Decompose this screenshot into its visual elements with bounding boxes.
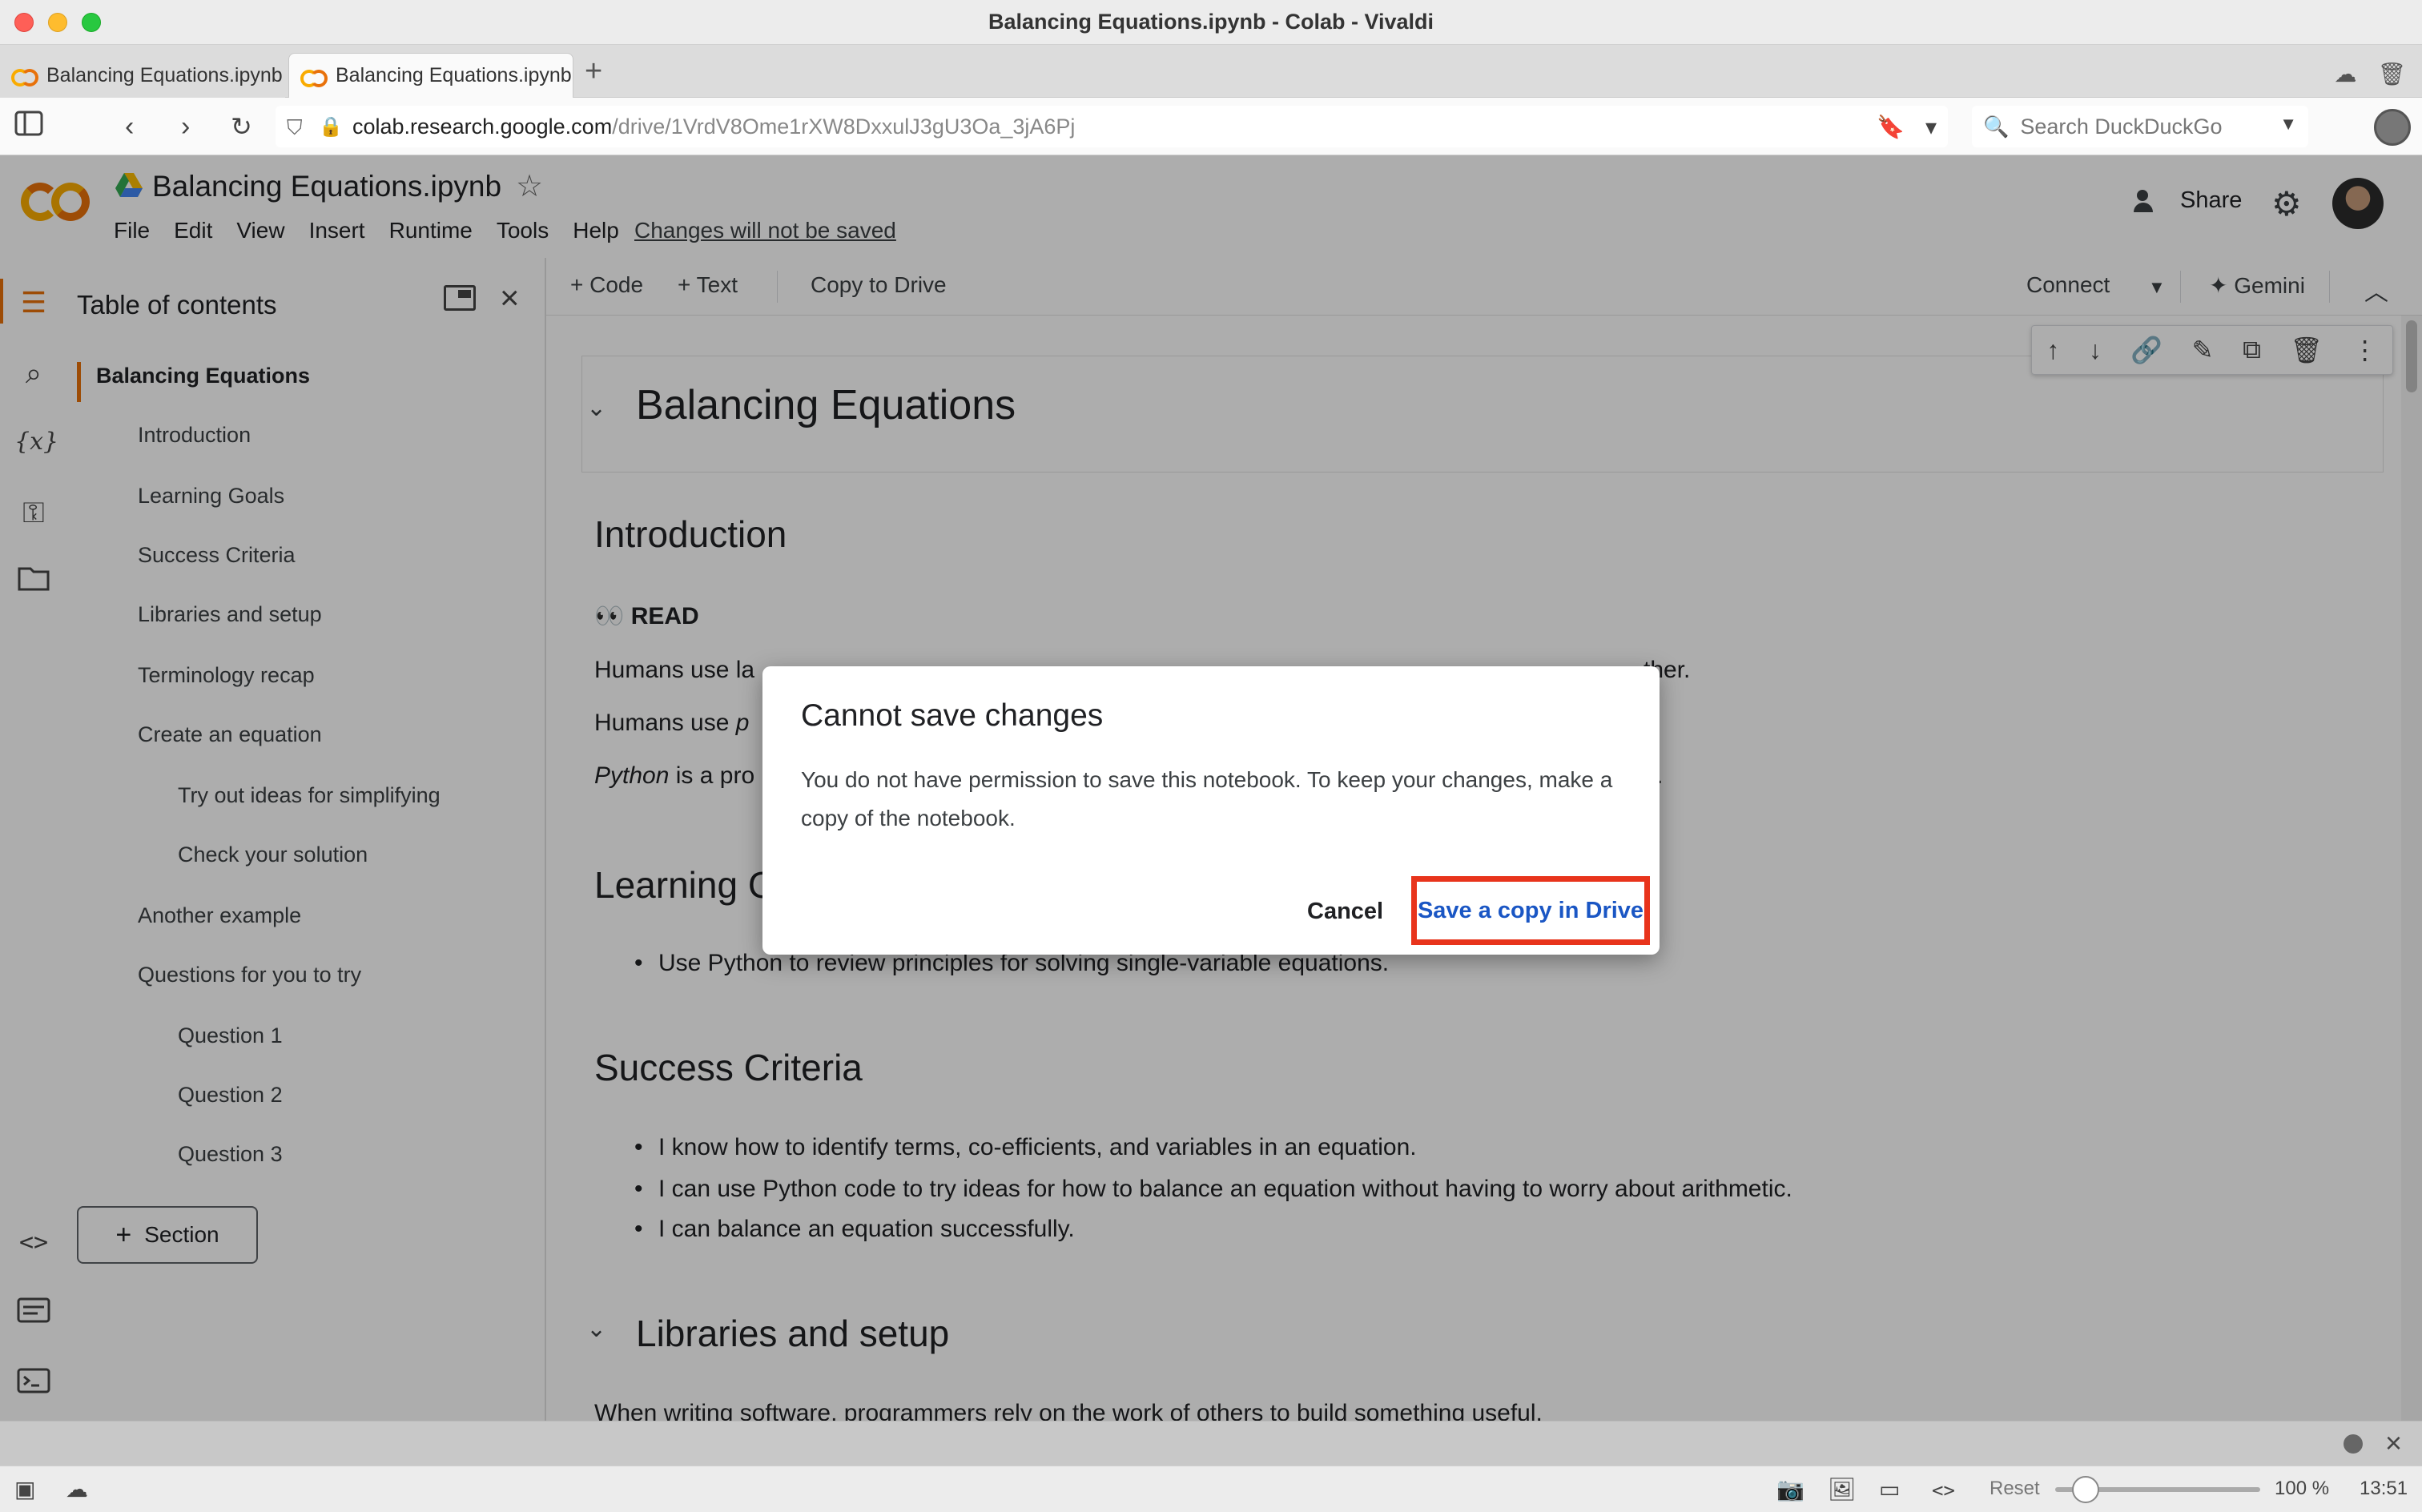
tab-label: Balancing Equations.ipynb	[336, 64, 572, 86]
dialog-message: You do not have permission to save this …	[801, 767, 1613, 830]
url-field[interactable]: ⛉ 🔒 colab.research.google.com/drive/1Vrd…	[276, 106, 1948, 147]
panel-toggle-icon[interactable]: ▣	[14, 1476, 35, 1502]
sync-cloud-icon[interactable]: ☁	[66, 1476, 88, 1502]
browser-profile-icon[interactable]	[2374, 109, 2411, 146]
clock: 13:51	[2360, 1478, 2408, 1499]
trash-icon[interactable]: 🗑	[2377, 61, 2406, 87]
forward-icon[interactable]: ›	[181, 111, 190, 143]
search-engine-dropdown-icon[interactable]: ▼	[2279, 114, 2297, 135]
tab-bar: Balancing Equations.ipynb Balancing Equa…	[0, 45, 2422, 98]
cloud-sync-icon[interactable]: ☁	[2334, 61, 2356, 87]
browser-status-bar: ▣ ☁ 📷 🖼 ▭ <> Reset 100 % 13:51	[0, 1466, 2422, 1512]
url-dropdown-icon[interactable]: ▾	[1925, 114, 1937, 140]
new-tab-plus-icon[interactable]: +	[585, 54, 602, 89]
window-titlebar: Balancing Equations.ipynb - Colab - Viva…	[0, 0, 2422, 45]
address-bar: ‹ › ↻ ⛉ 🔒 colab.research.google.com/driv…	[0, 98, 2422, 155]
shield-icon: ⛉	[287, 115, 303, 139]
colab-status-bar: ×	[0, 1421, 2422, 1466]
close-icon[interactable]: ×	[2385, 1426, 2402, 1460]
save-copy-in-drive-button[interactable]: Save a copy in Drive	[1411, 876, 1650, 945]
bookmark-icon[interactable]: 🔖	[1877, 114, 1905, 140]
page-actions-icon[interactable]: <>	[1932, 1479, 1955, 1502]
cannot-save-dialog: Cannot save changes You do not have perm…	[762, 666, 1660, 955]
image-toggle-icon[interactable]: 🖼	[1828, 1476, 1857, 1502]
zoom-slider-handle[interactable]	[2072, 1476, 2100, 1503]
reload-icon[interactable]: ↻	[231, 111, 252, 143]
page-tiling-icon[interactable]: ▭	[1879, 1476, 1900, 1502]
search-engine-field[interactable]: 🔍 Search DuckDuckGo ▼	[1972, 106, 2308, 147]
colab-favicon-icon	[11, 67, 38, 86]
back-icon[interactable]: ‹	[125, 111, 134, 143]
url-host: colab.research.google.com	[352, 114, 613, 139]
dialog-title: Cannot save changes	[801, 698, 1104, 733]
lock-icon: 🔒	[319, 116, 343, 138]
browser-tab-2[interactable]: Balancing Equations.ipynb	[288, 53, 573, 98]
browser-tab-1[interactable]: Balancing Equations.ipynb	[0, 53, 285, 98]
colab-favicon-icon	[300, 68, 328, 87]
status-indicator-icon	[2344, 1434, 2363, 1454]
window-title: Balancing Equations.ipynb - Colab - Viva…	[988, 10, 1434, 34]
capture-camera-icon[interactable]: 📷	[1776, 1476, 1804, 1502]
search-placeholder: Search DuckDuckGo	[2020, 114, 2223, 139]
search-icon: 🔍	[1983, 114, 2010, 139]
zoom-level: 100 %	[2275, 1478, 2330, 1499]
tab-label: Balancing Equations.ipynb	[46, 63, 283, 86]
sidebar-toggle-icon[interactable]	[14, 111, 43, 143]
cancel-button[interactable]: Cancel	[1307, 899, 1383, 925]
zoom-reset-button[interactable]: Reset	[1990, 1478, 2040, 1500]
url-path: /drive/1VrdV8Ome1rXW8DxxulJ3gU3Oa_3jA6Pj	[612, 114, 1076, 139]
